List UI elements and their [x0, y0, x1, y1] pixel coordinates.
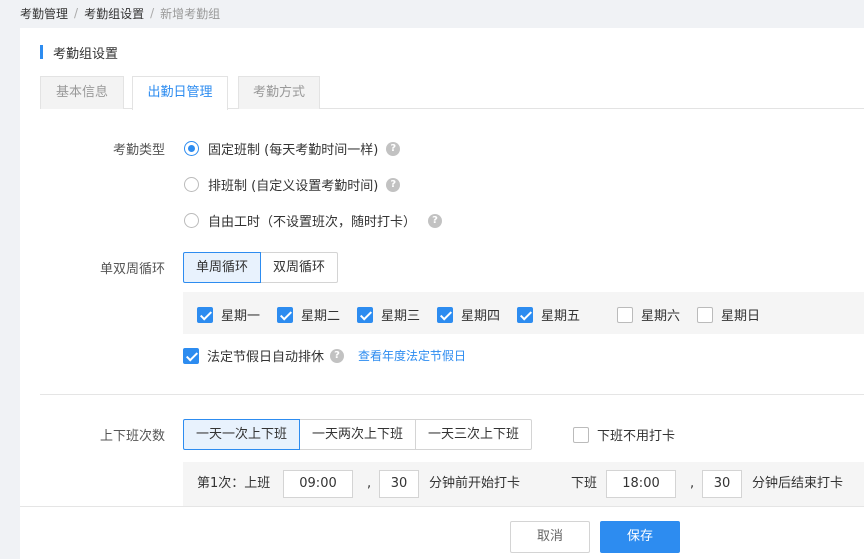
- radio-fixed-shift[interactable]: 固定班制 (每天考勤时间一样) ?: [184, 139, 401, 158]
- section-title-text: 考勤组设置: [53, 46, 119, 62]
- attendance-type-label: 考勤类型: [112, 143, 165, 158]
- view-holidays-link[interactable]: 查看年度法定节假日: [358, 347, 466, 364]
- breadcrumb: 考勤管理 / 考勤组设置 / 新增考勤组: [20, 4, 220, 22]
- checkbox-friday[interactable]: 星期五: [517, 305, 580, 324]
- checkbox-thursday[interactable]: 星期四: [437, 305, 500, 324]
- checkbox-sunday[interactable]: 星期日: [697, 305, 760, 324]
- checkbox-checked[interactable]: [197, 306, 213, 323]
- end-suffix: 分钟后结束打卡: [752, 476, 844, 491]
- section-title-bar: [40, 45, 43, 59]
- checkbox-unchecked[interactable]: [697, 306, 713, 323]
- checkbox-label: 星期四: [461, 309, 501, 324]
- week-cycle-segmented: 单周循环 双周循环: [183, 252, 339, 283]
- help-icon[interactable]: ?: [386, 141, 401, 156]
- one-shift-button[interactable]: 一天一次上下班: [183, 419, 301, 450]
- end-label: 下班: [571, 476, 598, 491]
- checkbox-label: 星期日: [721, 309, 761, 324]
- checkbox-monday[interactable]: 星期一: [197, 305, 260, 324]
- radio-circle[interactable]: [184, 177, 199, 192]
- checkbox-wednesday[interactable]: 星期三: [357, 305, 420, 324]
- checkbox-checked[interactable]: [183, 347, 199, 364]
- breadcrumb-separator: /: [150, 6, 155, 20]
- radio-circle-selected[interactable]: [184, 141, 199, 156]
- tab-basic-info[interactable]: 基本信息: [40, 76, 124, 109]
- end-time-input[interactable]: 18:00: [606, 470, 676, 498]
- comma: ,: [367, 476, 372, 491]
- breadcrumb-item-group-settings[interactable]: 考勤组设置: [84, 5, 144, 22]
- checkbox-label: 星期五: [541, 309, 581, 324]
- checkbox-label: 星期六: [641, 309, 681, 324]
- comma: ,: [690, 476, 695, 491]
- checkbox-unchecked[interactable]: [573, 426, 589, 443]
- checkbox-checked[interactable]: [357, 306, 373, 323]
- tab-attendance-days[interactable]: 出勤日管理: [132, 76, 228, 110]
- checkbox-checked[interactable]: [437, 306, 453, 323]
- checkbox-holiday-auto-rest[interactable]: 法定节假日自动排休 ? 查看年度法定节假日: [183, 346, 466, 365]
- two-shifts-button[interactable]: 一天两次上下班: [299, 419, 417, 450]
- checkbox-tuesday[interactable]: 星期二: [277, 305, 340, 324]
- checkbox-checked[interactable]: [277, 306, 293, 323]
- checkbox-saturday[interactable]: 星期六: [617, 305, 680, 324]
- week-cycle-label: 单双周循环: [99, 262, 165, 277]
- start-suffix: 分钟前开始打卡: [429, 476, 521, 491]
- breadcrumb-separator: /: [74, 6, 79, 20]
- radio-fixed-shift-label: 固定班制 (每天考勤时间一样): [208, 143, 379, 158]
- breadcrumb-current: 新增考勤组: [160, 6, 221, 21]
- shift-row: 第1次：上班 09:00 , 30 分钟前开始打卡 下班 18:00 , 30 …: [183, 462, 864, 506]
- checkbox-unchecked[interactable]: [617, 306, 633, 323]
- end-minutes-input[interactable]: 30: [702, 470, 742, 498]
- main-card: 考勤组设置 基本信息 出勤日管理 考勤方式 考勤类型 固定班制 (每天考勤时间一…: [20, 28, 864, 559]
- breadcrumb-item-attendance[interactable]: 考勤管理: [20, 5, 68, 22]
- start-time-input[interactable]: 09:00: [283, 470, 353, 498]
- shifts-label: 上下班次数: [99, 429, 165, 444]
- shifts-segmented: 一天一次上下班 一天两次上下班 一天三次上下班: [183, 419, 533, 450]
- radio-flexible-hours[interactable]: 自由工时（不设置班次，随时打卡） ?: [184, 211, 443, 230]
- tab-bar: 基本信息 出勤日管理 考勤方式: [40, 76, 864, 110]
- section-title: 考勤组设置: [40, 44, 119, 62]
- radio-flexible-hours-label: 自由工时（不设置班次，随时打卡）: [208, 215, 417, 230]
- holiday-label: 法定节假日自动排休: [207, 350, 325, 365]
- radio-scheduled-shift-label: 排班制 (自定义设置考勤时间): [208, 179, 379, 194]
- checkbox-checked[interactable]: [517, 306, 533, 323]
- checkbox-label: 星期二: [301, 309, 341, 324]
- no-clock-out-label: 下班不用打卡: [597, 429, 676, 444]
- tab-attendance-method[interactable]: 考勤方式: [238, 76, 320, 109]
- radio-circle[interactable]: [184, 213, 199, 228]
- checkbox-no-clock-out[interactable]: 下班不用打卡: [573, 425, 675, 444]
- start-minutes-input[interactable]: 30: [379, 470, 419, 498]
- cancel-button[interactable]: 取消: [510, 521, 590, 553]
- shift-prefix: 第1次：上班: [197, 476, 271, 491]
- checkbox-label: 星期一: [221, 309, 261, 324]
- divider: [40, 394, 864, 395]
- checkbox-label: 星期三: [381, 309, 421, 324]
- three-shifts-button[interactable]: 一天三次上下班: [415, 419, 533, 450]
- footer: 取消 保存: [20, 506, 864, 559]
- weekdays-row: 星期一 星期二 星期三 星期四 星期五 星期六 星期日: [183, 292, 864, 334]
- save-button[interactable]: 保存: [600, 521, 680, 553]
- help-icon[interactable]: ?: [386, 177, 401, 192]
- double-week-button[interactable]: 双周循环: [260, 252, 339, 283]
- radio-scheduled-shift[interactable]: 排班制 (自定义设置考勤时间) ?: [184, 175, 401, 194]
- help-icon[interactable]: ?: [428, 213, 443, 228]
- single-week-button[interactable]: 单周循环: [183, 252, 262, 283]
- help-icon[interactable]: ?: [330, 348, 345, 363]
